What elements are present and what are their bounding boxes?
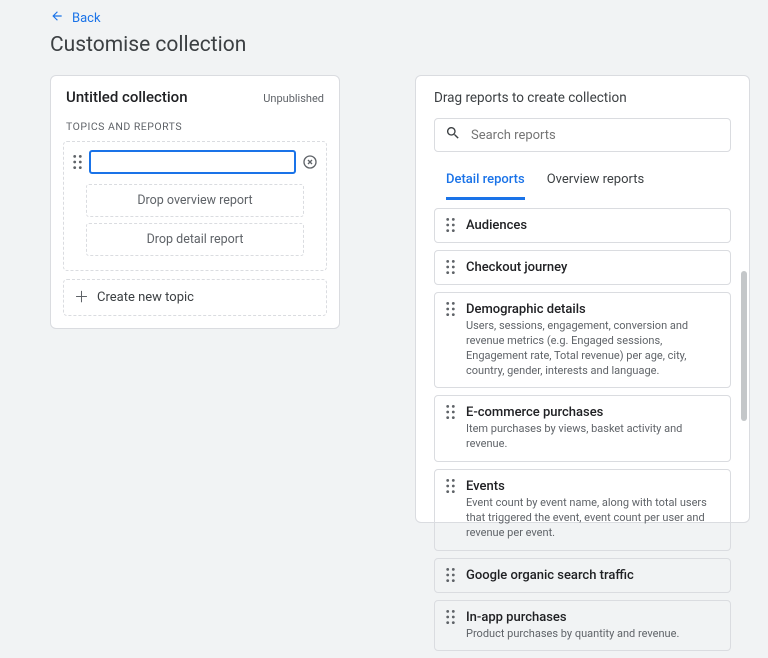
report-title: Checkout journey xyxy=(466,260,567,275)
detail-drop-zone[interactable]: Drop detail report xyxy=(86,223,304,256)
back-link[interactable]: Back xyxy=(50,9,101,27)
report-title: Google organic search traffic xyxy=(466,568,634,583)
report-title: In-app purchases xyxy=(466,610,679,625)
report-title: E-commerce purchases xyxy=(466,405,720,420)
report-item[interactable]: Demographic details Users, sessions, enga… xyxy=(434,292,731,388)
topic-block: Drop overview report Drop detail report xyxy=(63,141,327,271)
overview-drop-zone[interactable]: Drop overview report xyxy=(86,184,304,217)
plus-icon: ＋ xyxy=(74,290,89,305)
report-item[interactable]: Checkout journey xyxy=(434,250,731,285)
back-label: Back xyxy=(72,11,101,26)
clear-topic-icon[interactable] xyxy=(302,154,318,170)
create-topic-label: Create new topic xyxy=(97,290,194,305)
drag-handle-icon xyxy=(445,260,456,274)
tab-overview-reports[interactable]: Overview reports xyxy=(547,166,645,200)
drag-handle-icon xyxy=(445,568,456,582)
report-item[interactable]: In-app purchases Product purchases by qua… xyxy=(434,600,731,652)
reports-panel: Drag reports to create collection Detail… xyxy=(415,75,750,523)
drag-handle-icon xyxy=(445,302,456,316)
drag-handle-icon xyxy=(445,610,456,624)
reports-panel-title: Drag reports to create collection xyxy=(416,90,749,118)
search-icon xyxy=(445,125,461,145)
collection-title: Untitled collection xyxy=(66,88,188,106)
tab-detail-reports[interactable]: Detail reports xyxy=(446,166,525,200)
arrow-left-icon xyxy=(50,9,64,27)
report-search[interactable] xyxy=(434,118,731,152)
report-description: Item purchases by views, basket activity… xyxy=(466,422,720,452)
report-item[interactable]: E-commerce purchases Item purchases by vi… xyxy=(434,395,731,462)
report-description: Product purchases by quantity and revenu… xyxy=(466,627,679,642)
report-item[interactable]: Audiences xyxy=(434,208,731,243)
report-description: Users, sessions, engagement, conversion … xyxy=(466,319,720,378)
report-item[interactable]: Google organic search traffic xyxy=(434,558,731,593)
topic-name-input[interactable] xyxy=(89,150,296,174)
report-description: Event count by event name, along with to… xyxy=(466,496,720,541)
topics-reports-label: TOPICS AND REPORTS xyxy=(51,116,339,141)
page-title: Customise collection xyxy=(50,33,750,57)
drag-handle-icon xyxy=(445,405,456,419)
drag-handle-icon[interactable] xyxy=(72,155,83,169)
search-input[interactable] xyxy=(471,128,720,143)
report-title: Audiences xyxy=(466,218,527,233)
drag-handle-icon xyxy=(445,218,456,232)
publish-status: Unpublished xyxy=(263,92,324,105)
create-topic-button[interactable]: ＋ Create new topic xyxy=(63,279,327,316)
scrollbar-thumb[interactable] xyxy=(741,271,747,421)
collection-editor-card: Untitled collection Unpublished TOPICS A… xyxy=(50,75,340,329)
report-title: Demographic details xyxy=(466,302,720,317)
report-title: Events xyxy=(466,479,720,494)
drag-handle-icon xyxy=(445,479,456,493)
